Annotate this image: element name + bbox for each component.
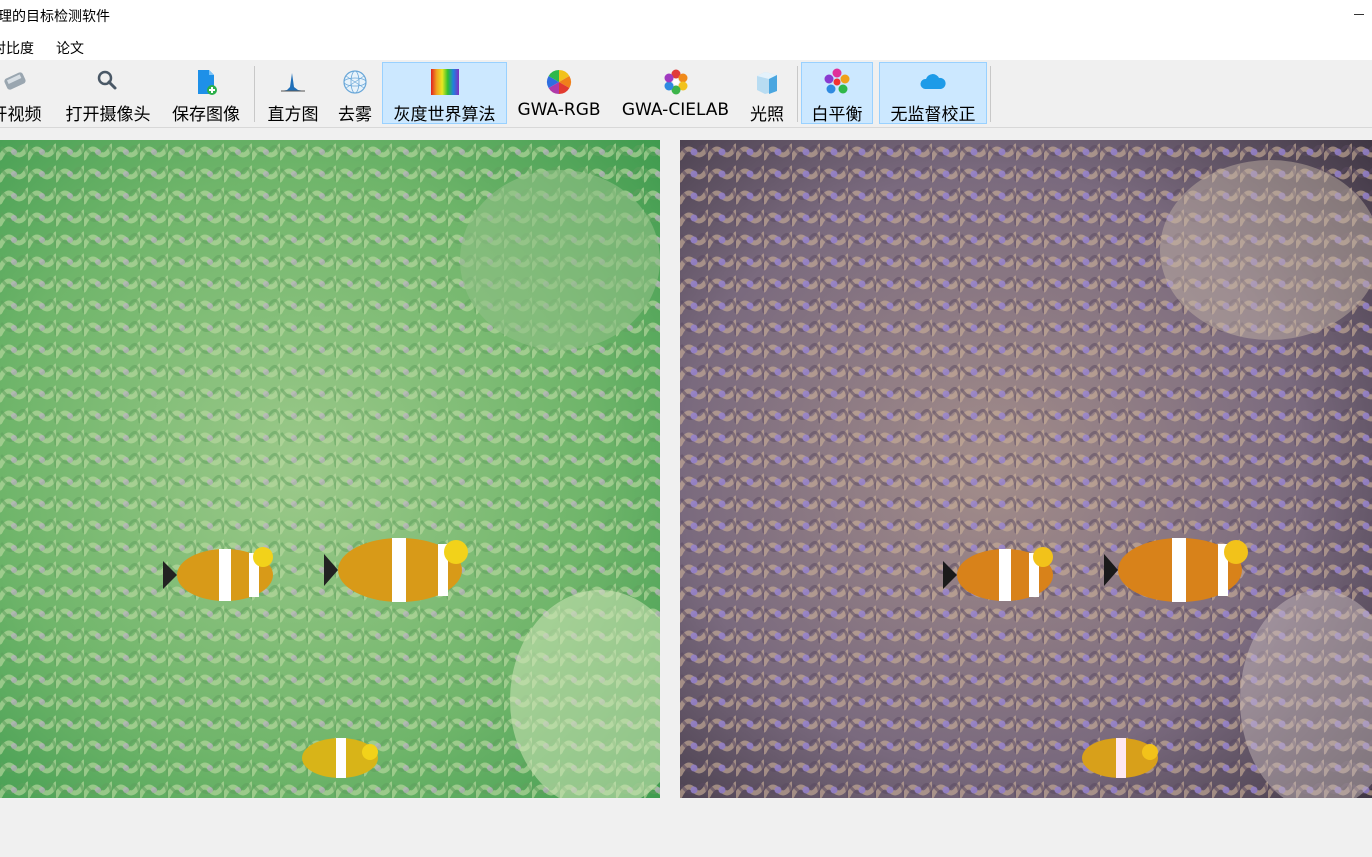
menu-contrast[interactable]: 对比度	[0, 38, 34, 58]
video-icon	[1, 67, 31, 97]
histogram-label: 直方图	[267, 105, 319, 125]
color-dots-icon	[822, 67, 852, 97]
corrected-image	[680, 140, 1372, 798]
histogram-button[interactable]: 直方图	[262, 62, 324, 125]
toolbar-separator	[254, 66, 255, 122]
gwa-rgb-label: GWA-RGB	[517, 100, 601, 120]
open-camera-label: 打开摄像头	[65, 105, 151, 125]
unsupervised-correction-label: 无监督校正	[890, 105, 976, 125]
dehaze-label: 去雾	[338, 105, 372, 125]
gray-world-label: 灰度世界算法	[393, 105, 496, 125]
white-balance-button[interactable]: 白平衡	[801, 62, 873, 125]
original-image	[0, 140, 660, 798]
gwa-cielab-button[interactable]: GWA-CIELAB	[615, 62, 736, 124]
corrected-image-panel	[680, 140, 1372, 798]
title-bar: 处理的目标检测软件	[0, 0, 1372, 32]
magnifier-icon	[93, 67, 123, 97]
gwa-cielab-label: GWA-CIELAB	[621, 100, 730, 120]
illumination-button[interactable]: 光照	[742, 62, 792, 125]
cloud-icon	[918, 67, 948, 97]
rainbow-icon	[430, 67, 460, 97]
dehaze-button[interactable]: 去雾	[332, 62, 378, 125]
menu-bar: 对比度 论文	[0, 32, 1372, 60]
unsupervised-correction-button[interactable]: 无监督校正	[879, 62, 987, 125]
white-balance-label: 白平衡	[811, 105, 863, 125]
original-image-panel	[0, 140, 660, 798]
flower-icon	[661, 67, 691, 97]
gray-world-button[interactable]: 灰度世界算法	[382, 62, 507, 125]
sphere-icon	[340, 67, 370, 97]
toolbar: 开视频 打开摄像头 保存图像 直方图 去雾	[0, 60, 1372, 128]
save-file-icon	[191, 67, 221, 97]
cube-icon	[752, 67, 782, 97]
minimize-icon[interactable]	[1354, 14, 1364, 15]
open-video-button[interactable]: 开视频	[0, 62, 52, 125]
open-camera-button[interactable]: 打开摄像头	[60, 62, 156, 125]
illumination-label: 光照	[750, 105, 784, 125]
color-wheel-icon	[544, 67, 574, 97]
save-image-button[interactable]: 保存图像	[166, 62, 246, 125]
open-video-label: 开视频	[0, 105, 42, 125]
save-image-label: 保存图像	[172, 105, 240, 125]
menu-paper[interactable]: 论文	[56, 38, 84, 58]
toolbar-separator	[797, 66, 798, 122]
histogram-icon	[278, 67, 308, 97]
window-title: 处理的目标检测软件	[0, 9, 110, 25]
gwa-rgb-button[interactable]: GWA-RGB	[511, 62, 607, 124]
toolbar-separator	[990, 66, 991, 122]
